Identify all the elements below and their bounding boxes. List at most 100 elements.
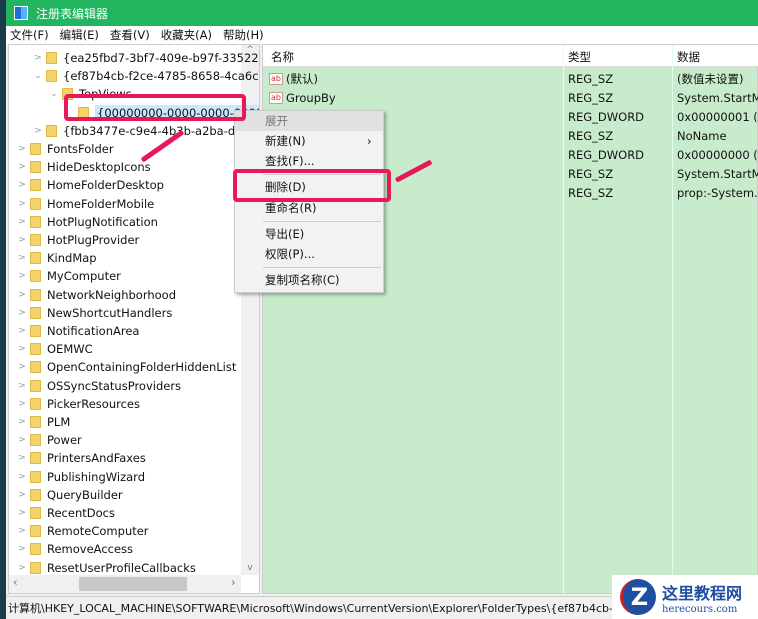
- chevron-right-icon[interactable]: >: [17, 253, 27, 263]
- chevron-right-icon[interactable]: >: [17, 417, 27, 427]
- chevron-right-icon[interactable]: >: [17, 453, 27, 463]
- chevron-right-icon[interactable]: >: [17, 526, 27, 536]
- chevron-right-icon[interactable]: >: [17, 162, 27, 172]
- tree-item[interactable]: > RemoteComputer: [17, 522, 148, 540]
- header-data[interactable]: 数据: [677, 47, 700, 66]
- menu-item-export[interactable]: 导出(E): [235, 224, 383, 244]
- menu-item-permissions[interactable]: 权限(P)...: [235, 244, 383, 264]
- watermark-logo: Z: [620, 579, 656, 615]
- menu-item-find[interactable]: 查找(F)...: [235, 151, 383, 171]
- tree-item[interactable]: > HomeFolderMobile: [17, 195, 154, 213]
- menu-item-copy-key-name[interactable]: 复制项名称(C): [235, 270, 383, 290]
- chevron-down-icon[interactable]: ⌄: [33, 71, 43, 81]
- value-data: (数值未设置): [677, 71, 744, 86]
- tree-item-label: HotPlugProvider: [47, 233, 140, 247]
- tree-item[interactable]: > KindMap: [17, 249, 96, 267]
- tree-item-label: PickerResources: [47, 396, 140, 411]
- chevron-right-icon[interactable]: >: [17, 217, 27, 227]
- tree-item[interactable]: > QueryBuilder: [17, 486, 122, 504]
- column-divider: [672, 45, 673, 595]
- chevron-right-icon[interactable]: >: [17, 490, 27, 500]
- tree-item-label: RemoveAccess: [47, 542, 134, 557]
- tree-item[interactable]: > Power: [17, 431, 82, 449]
- menu-file[interactable]: 文件(F): [6, 27, 56, 43]
- tree-item[interactable]: > ResetUserProfileCallbacks: [17, 559, 196, 577]
- folder-icon: [46, 70, 57, 83]
- tree-item[interactable]: > NewShortcutHandlers: [17, 304, 172, 322]
- value-row-name[interactable]: ab (默认): [269, 69, 318, 88]
- chevron-right-icon[interactable]: >: [17, 362, 27, 372]
- tree-item-label: HideDesktopIcons: [47, 160, 151, 175]
- chevron-right-icon[interactable]: >: [17, 344, 27, 354]
- watermark-name: 这里教程网: [662, 583, 743, 603]
- menu-favorites[interactable]: 收藏夹(A): [157, 27, 219, 43]
- chevron-right-icon[interactable]: >: [17, 271, 27, 281]
- tree-item[interactable]: > FontsFolder: [17, 140, 113, 158]
- chevron-right-icon[interactable]: >: [33, 53, 43, 63]
- tree-item[interactable]: > NotificationArea: [17, 322, 139, 340]
- header-name[interactable]: 名称: [271, 47, 294, 66]
- chevron-right-icon[interactable]: >: [17, 290, 27, 300]
- tree-item[interactable]: > HideDesktopIcons: [17, 158, 151, 176]
- tree-item-label: HotPlugNotification: [47, 214, 158, 229]
- tree-item[interactable]: > NetworkNeighborhood: [17, 286, 176, 304]
- menu-help[interactable]: 帮助(H): [219, 27, 271, 43]
- tree-horizontal-scrollbar[interactable]: ‹ ›: [9, 575, 241, 593]
- folder-icon: [30, 234, 41, 246]
- tree-item[interactable]: > HomeFolderDesktop: [17, 176, 164, 194]
- chevron-right-icon[interactable]: >: [17, 199, 27, 209]
- value-data: prop:-System.Se: [677, 185, 758, 200]
- chevron-right-icon[interactable]: >: [17, 381, 27, 391]
- chevron-right-icon[interactable]: >: [17, 435, 27, 445]
- watermark-url: herecours.com: [662, 603, 738, 615]
- chevron-right-icon[interactable]: >: [33, 126, 43, 136]
- tree-item-label: NotificationArea: [47, 324, 140, 338]
- chevron-down-icon[interactable]: ⌄: [49, 89, 59, 99]
- menu-edit[interactable]: 编辑(E): [56, 27, 106, 43]
- tree-item[interactable]: > PrintersAndFaxes: [17, 449, 146, 467]
- tree-item[interactable]: > OpenContainingFolderHiddenList: [17, 358, 236, 376]
- value-type: REG_SZ: [568, 185, 614, 200]
- menu-item-new[interactable]: 新建(N) ›: [235, 131, 383, 151]
- tree-item[interactable]: > OSSyncStatusProviders: [17, 377, 181, 395]
- folder-icon: [46, 124, 57, 137]
- tree-item[interactable]: > HotPlugNotification: [17, 213, 158, 231]
- chevron-right-icon[interactable]: >: [17, 308, 27, 318]
- value-data: 0x00000001 (1): [677, 109, 758, 124]
- tree-item-label: NewShortcutHandlers: [47, 305, 173, 320]
- chevron-right-icon[interactable]: >: [17, 399, 27, 409]
- chevron-right-icon[interactable]: >: [17, 563, 27, 573]
- highlight-box-selected-key: [64, 94, 246, 121]
- key-tree[interactable]: ^ v ‹ › > {ea25fbd7-3bf7-409e-b97f-3352240 ⌄…: [8, 44, 260, 594]
- tree-item-label: HomeFolderDesktop: [47, 178, 164, 193]
- folder-icon: [46, 52, 57, 64]
- tree-item-label: Power: [47, 433, 82, 448]
- tree-item[interactable]: > RemoveAccess: [17, 540, 133, 558]
- tree-item[interactable]: > PublishingWizard: [17, 468, 145, 486]
- tree-item[interactable]: > PickerResources: [17, 395, 140, 413]
- tree-item[interactable]: > PLM: [17, 413, 70, 431]
- folder-icon: [30, 252, 41, 265]
- chevron-right-icon[interactable]: >: [17, 235, 27, 245]
- value-row-name[interactable]: ab GroupBy: [269, 88, 336, 107]
- chevron-right-icon[interactable]: >: [17, 544, 27, 554]
- new-label: 新建(N): [265, 134, 306, 148]
- menu-item-expand[interactable]: 展开: [235, 111, 383, 131]
- chevron-right-icon[interactable]: >: [17, 326, 27, 336]
- value-type: REG_DWORD: [568, 109, 645, 124]
- scroll-thumb[interactable]: [79, 577, 187, 591]
- submenu-arrow-icon: ›: [367, 134, 372, 148]
- chevron-right-icon[interactable]: >: [17, 144, 27, 154]
- tree-item[interactable]: > HotPlugProvider: [17, 231, 139, 249]
- tree-item[interactable]: ⌄ {ef87b4cb-f2ce-4785-8658-4ca6c63: [33, 67, 259, 85]
- menu-view[interactable]: 查看(V): [106, 27, 157, 43]
- tree-item[interactable]: > {ea25fbd7-3bf7-409e-b97f-3352240: [33, 49, 259, 67]
- tree-item[interactable]: > MyComputer: [17, 267, 121, 285]
- chevron-right-icon[interactable]: >: [17, 180, 27, 190]
- header-type[interactable]: 类型: [568, 47, 591, 66]
- tree-item[interactable]: > {fbb3477e-c9e4-4b3b-a2ba-d3f5c: [33, 122, 259, 140]
- tree-item[interactable]: > RecentDocs: [17, 504, 115, 522]
- tree-item[interactable]: > OEMWC: [17, 340, 92, 358]
- chevron-right-icon[interactable]: >: [17, 508, 27, 518]
- chevron-right-icon[interactable]: >: [17, 472, 27, 482]
